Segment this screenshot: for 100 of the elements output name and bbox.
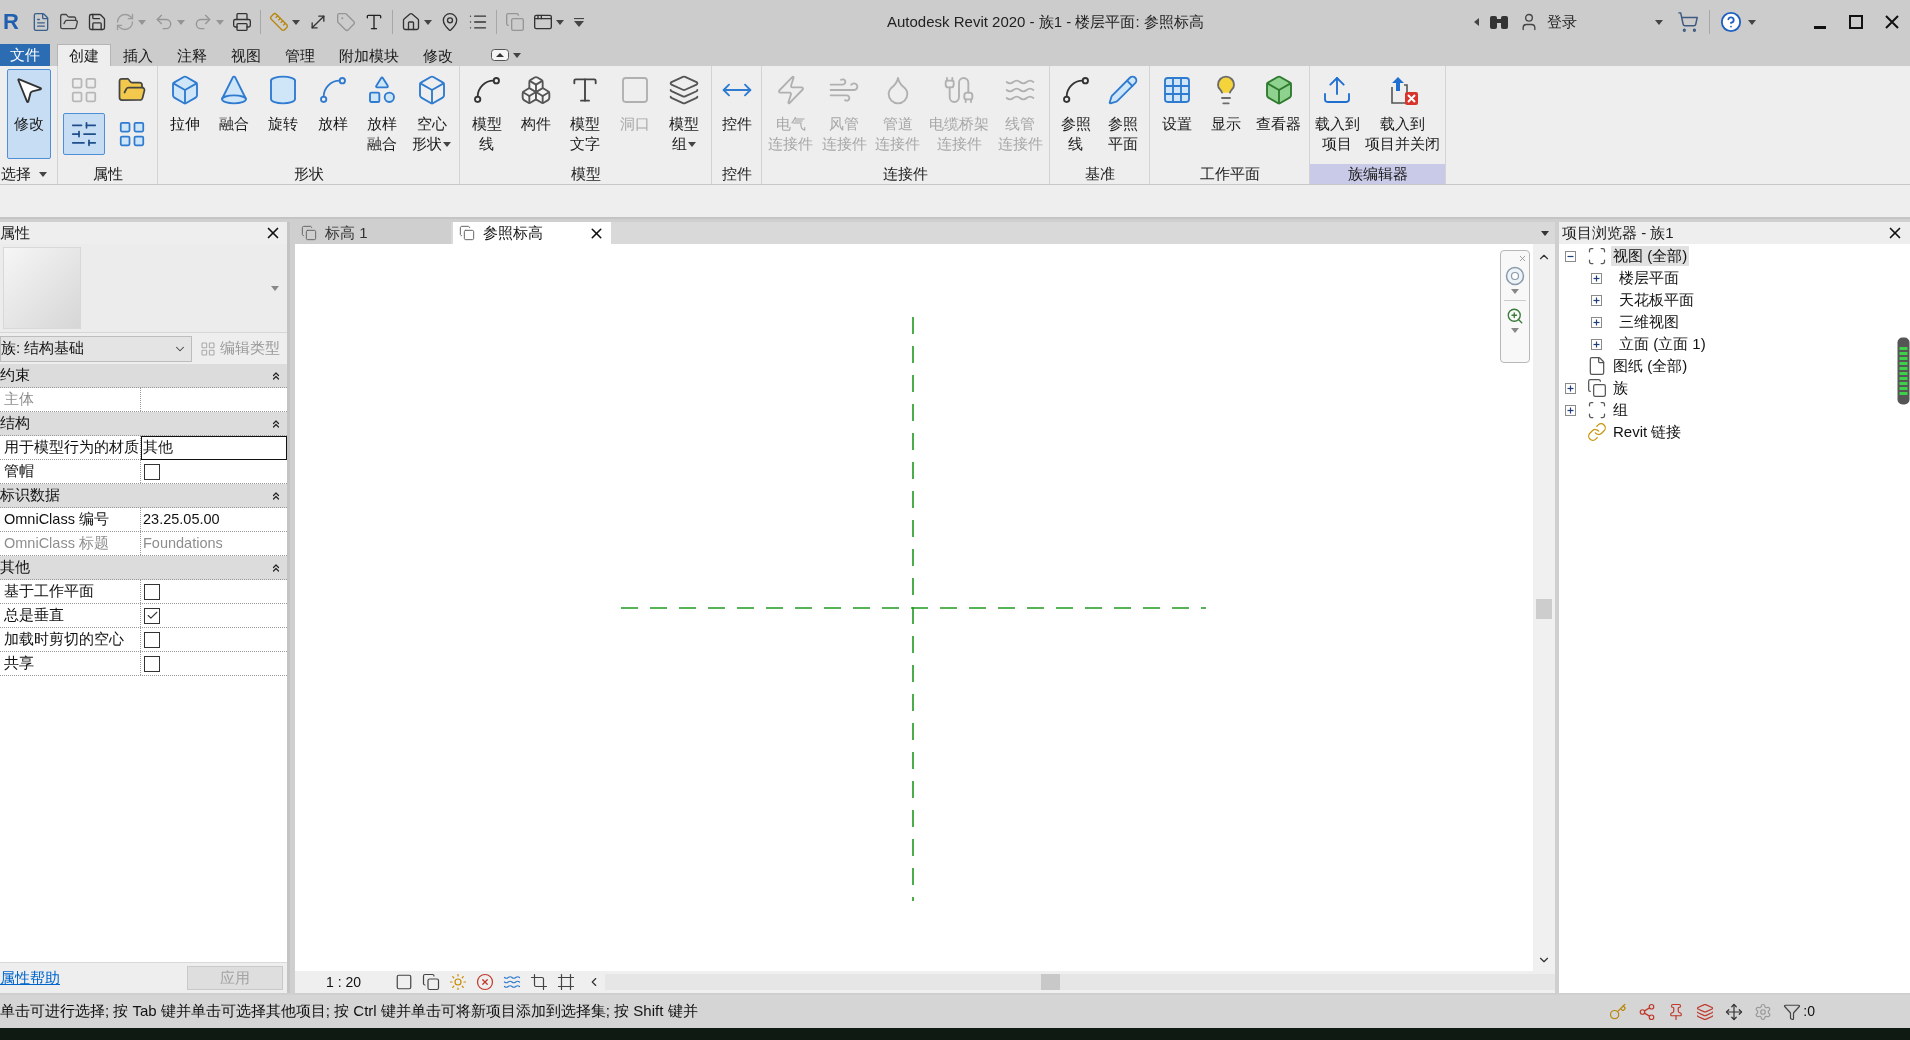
ribbon-button[interactable]: 设置 — [1154, 69, 1199, 135]
crop-icon[interactable] — [530, 973, 549, 991]
folder-icon — [58, 12, 79, 32]
ribbon-button[interactable]: 放样 融合 — [359, 69, 404, 155]
expand-box-icon[interactable] — [1591, 316, 1602, 328]
checkbox[interactable] — [144, 583, 160, 600]
caret-icon — [1748, 19, 1756, 25]
corner-brackets-icon — [1587, 246, 1607, 266]
zoom-icon[interactable] — [1506, 307, 1524, 325]
ribbon-tab[interactable]: 管理 — [273, 44, 327, 66]
scrollbar-thumb[interactable] — [1536, 599, 1552, 619]
sign-in-button[interactable]: 登录 — [1519, 8, 1663, 36]
waves-icon[interactable] — [503, 973, 522, 991]
value-field[interactable]: 其他 — [141, 435, 287, 460]
ribbon-button[interactable]: 修改 — [6, 69, 51, 159]
expand-box-icon[interactable] — [1591, 272, 1602, 284]
expand-box-icon[interactable] — [1565, 382, 1576, 394]
family-dropdown[interactable]: 族: 结构基础 — [0, 335, 192, 362]
property-label: OmniClass 标题 — [4, 533, 109, 553]
share-icon[interactable] — [1638, 1002, 1657, 1021]
ribbon-button[interactable]: 载入到 项目 — [1312, 69, 1363, 155]
ribbon-button[interactable]: 模型 组 — [662, 69, 707, 155]
horizontal-scrollbar[interactable] — [605, 974, 1555, 990]
expand-box-icon[interactable] — [1591, 294, 1602, 306]
ribbon-button[interactable]: 参照 线 — [1053, 69, 1098, 155]
customize-icon[interactable] — [573, 17, 584, 27]
ribbon-tab[interactable]: 修改 — [411, 44, 465, 66]
ribbon-button[interactable]: 空心 形状 — [409, 69, 455, 155]
ribbon-button[interactable]: 参照 平面 — [1101, 69, 1146, 155]
copy-icon — [1587, 378, 1607, 398]
save-icon — [86, 12, 107, 32]
wheel-icon[interactable] — [1505, 266, 1525, 286]
frame-icon[interactable] — [557, 973, 576, 991]
ribbon-button[interactable]: 模型 线 — [464, 69, 509, 155]
house-icon — [400, 12, 421, 32]
checkbox[interactable] — [144, 463, 160, 480]
tree-item[interactable]: 视图 (全部) — [1611, 246, 1690, 266]
view-tab[interactable]: 参照标高 — [453, 222, 611, 244]
panel-title[interactable]: 选择 — [1, 164, 31, 184]
move-icon[interactable] — [1725, 1002, 1744, 1021]
tree-item[interactable]: 族 — [1611, 378, 1630, 398]
ribbon-tab[interactable]: 视图 — [219, 44, 273, 66]
square-icon[interactable] — [395, 973, 414, 991]
tag-icon — [335, 12, 356, 32]
app-logo[interactable]: R — [3, 11, 19, 33]
vertical-scrollbar[interactable] — [1533, 244, 1555, 971]
pencil-icon — [1107, 74, 1140, 106]
collapse-box-icon[interactable] — [1565, 250, 1576, 262]
ribbon-button[interactable]: 控件 — [714, 69, 759, 135]
caret-left-icon[interactable] — [1474, 18, 1479, 26]
section-header[interactable]: 其他 — [0, 556, 287, 580]
copy-icon[interactable] — [422, 973, 441, 991]
ribbon-button[interactable]: 放样 — [310, 69, 355, 135]
section-header[interactable]: 结构 — [0, 412, 287, 436]
tree-item[interactable]: 图纸 (全部) — [1611, 356, 1690, 376]
binoculars-icon — [1489, 14, 1509, 30]
help-link[interactable]: 属性帮助 — [0, 966, 60, 990]
ribbon-tab[interactable]: 文件 — [0, 44, 50, 66]
scale-label[interactable]: 1 : 20 — [326, 971, 362, 993]
ribbon-button[interactable]: 旋转 — [261, 69, 306, 135]
expand-box-icon[interactable] — [1591, 338, 1602, 350]
tree-item[interactable]: 三维视图 — [1617, 312, 1681, 332]
panel-title: 项目浏览器 - 族1 — [1562, 222, 1674, 243]
filter-icon[interactable] — [1783, 1002, 1802, 1021]
property-label: 主体 — [4, 389, 34, 409]
ribbon-button[interactable]: 查看器 — [1253, 69, 1305, 135]
checkbox[interactable] — [144, 607, 160, 624]
ribbon-tab[interactable]: 创建 — [57, 44, 111, 66]
ribbon-button[interactable]: 融合 — [212, 69, 256, 135]
ribbon-button[interactable]: 模型 文字 — [563, 69, 608, 155]
boxes-icon — [520, 74, 553, 106]
checkbox[interactable] — [144, 631, 160, 648]
maximize-icon — [1849, 15, 1863, 29]
close-icon — [1885, 15, 1899, 29]
tree-item[interactable]: Revit 链接 — [1611, 422, 1684, 442]
section-header[interactable]: 标识数据 — [0, 484, 287, 508]
ribbon-tab[interactable]: 插入 — [111, 44, 165, 66]
tree-item[interactable]: 立面 (立面 1) — [1617, 334, 1708, 354]
tree-item[interactable]: 组 — [1611, 400, 1630, 420]
ribbon-tab[interactable]: 附加模块 — [327, 44, 411, 66]
view-tab[interactable]: 标高 1 — [295, 222, 451, 244]
scrollbar-thumb[interactable] — [1041, 974, 1061, 990]
property-label: 加载时剪切的空心 — [4, 629, 124, 649]
section-header[interactable]: 约束 — [0, 364, 287, 388]
ribbon-button[interactable]: 显示 — [1204, 69, 1248, 135]
ribbon-tab[interactable]: 注释 — [165, 44, 219, 66]
panel-title: 工作平面 — [1199, 164, 1260, 184]
tree-item[interactable]: 楼层平面 — [1617, 268, 1681, 288]
layers-icon[interactable] — [1696, 1002, 1715, 1021]
checkbox[interactable] — [144, 655, 160, 672]
cart-icon — [1677, 11, 1699, 33]
ribbon-button[interactable]: 构件 — [514, 69, 559, 135]
expand-box-icon[interactable] — [1565, 404, 1576, 416]
ribbon-button[interactable]: 拉伸 — [162, 69, 207, 135]
x-circle-icon[interactable] — [476, 973, 495, 991]
ribbon-button[interactable]: 载入到 项目并关闭 — [1362, 69, 1443, 155]
panel-toggle-icon — [491, 49, 509, 61]
sun-icon[interactable] — [449, 973, 468, 991]
ribbon-button[interactable] — [62, 113, 105, 155]
tree-item[interactable]: 天花板平面 — [1617, 290, 1696, 310]
